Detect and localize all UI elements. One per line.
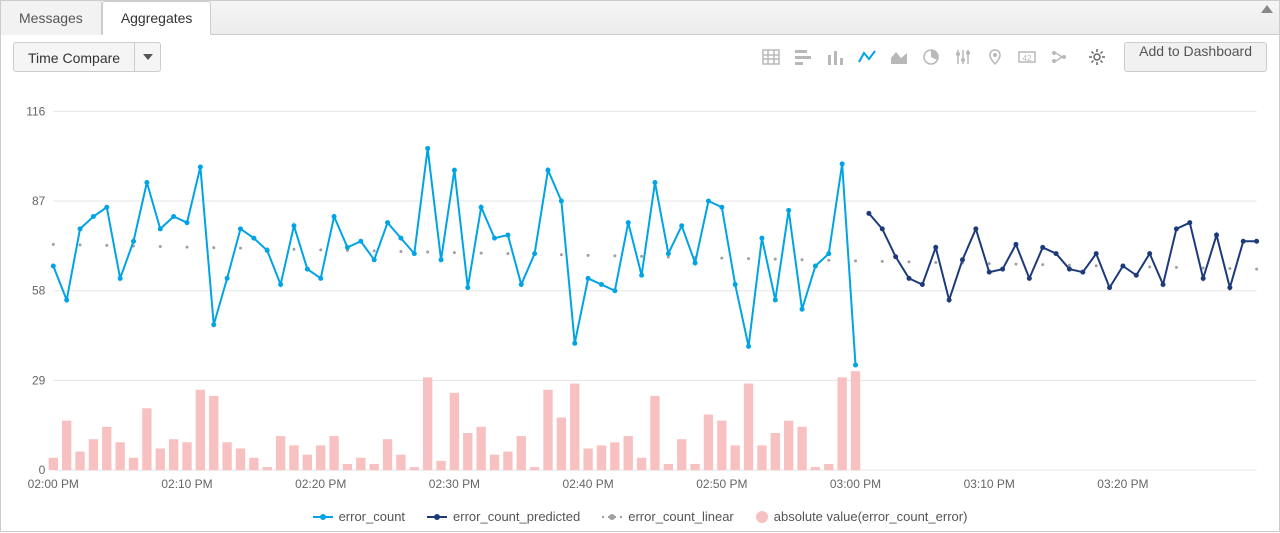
svg-text:0: 0 bbox=[39, 463, 46, 477]
chart: 0 29 58 87 116 02:00 PM 02:10 PM 02:20 PM 02:30 … bbox=[2, 79, 1278, 530]
toolbar: Time Compare 42 Add to Dashboard bbox=[1, 35, 1279, 79]
map-pin-icon[interactable] bbox=[984, 46, 1006, 68]
time-compare-dropdown[interactable] bbox=[135, 42, 161, 72]
pie-icon[interactable] bbox=[920, 46, 942, 68]
tab-messages[interactable]: Messages bbox=[1, 1, 102, 35]
panel: Messages Aggregates Time Compare 42 Add … bbox=[0, 0, 1280, 532]
svg-text:116: 116 bbox=[26, 104, 45, 118]
column-icon[interactable] bbox=[824, 46, 846, 68]
svg-text:03:20 PM: 03:20 PM bbox=[1097, 477, 1148, 491]
table-icon[interactable] bbox=[760, 46, 782, 68]
svg-text:02:20 PM: 02:20 PM bbox=[295, 477, 346, 491]
svg-text:02:00 PM: 02:00 PM bbox=[28, 477, 79, 491]
settings-sliders-icon[interactable] bbox=[952, 46, 974, 68]
chevron-down-icon bbox=[143, 54, 153, 60]
chart-type-icons: 42 Add to Dashboard bbox=[760, 42, 1267, 72]
chart-svg: 0 29 58 87 116 02:00 PM 02:10 PM 02:20 PM 02:30 … bbox=[2, 79, 1278, 530]
tabbar: Messages Aggregates bbox=[1, 1, 1279, 35]
legend-item-error-count-predicted[interactable]: error_count_predicted bbox=[427, 509, 580, 524]
legend-item-error-count-linear[interactable]: error_count_linear bbox=[602, 509, 734, 524]
legend-label: error_count bbox=[339, 509, 405, 524]
svg-text:02:30 PM: 02:30 PM bbox=[429, 477, 480, 491]
single-value-icon[interactable]: 42 bbox=[1016, 46, 1038, 68]
legend-label: absolute value(error_count_error) bbox=[774, 509, 968, 524]
svg-text:03:00 PM: 03:00 PM bbox=[830, 477, 881, 491]
svg-text:02:40 PM: 02:40 PM bbox=[562, 477, 613, 491]
add-to-dashboard-button[interactable]: Add to Dashboard bbox=[1124, 42, 1267, 72]
flow-icon[interactable] bbox=[1048, 46, 1070, 68]
legend-label: error_count_predicted bbox=[453, 509, 580, 524]
svg-text:87: 87 bbox=[32, 194, 46, 208]
time-compare-button[interactable]: Time Compare bbox=[13, 42, 135, 72]
legend: error_count error_count_predicted error_… bbox=[2, 509, 1278, 524]
collapse-panel-icon[interactable] bbox=[1261, 5, 1273, 13]
svg-text:58: 58 bbox=[32, 284, 46, 298]
time-compare-group: Time Compare bbox=[13, 42, 161, 72]
svg-text:02:50 PM: 02:50 PM bbox=[696, 477, 747, 491]
area-icon[interactable] bbox=[888, 46, 910, 68]
svg-text:29: 29 bbox=[32, 373, 46, 387]
svg-text:42: 42 bbox=[1023, 54, 1032, 63]
legend-item-error-count[interactable]: error_count bbox=[313, 509, 405, 524]
gear-icon[interactable] bbox=[1086, 46, 1108, 68]
svg-text:03:10 PM: 03:10 PM bbox=[964, 477, 1015, 491]
line-chart-icon[interactable] bbox=[856, 46, 878, 68]
svg-text:02:10 PM: 02:10 PM bbox=[161, 477, 212, 491]
legend-item-absolute-value[interactable]: absolute value(error_count_error) bbox=[756, 509, 968, 524]
horizontal-bar-icon[interactable] bbox=[792, 46, 814, 68]
tab-aggregates[interactable]: Aggregates bbox=[102, 1, 212, 35]
legend-label: error_count_linear bbox=[628, 509, 734, 524]
